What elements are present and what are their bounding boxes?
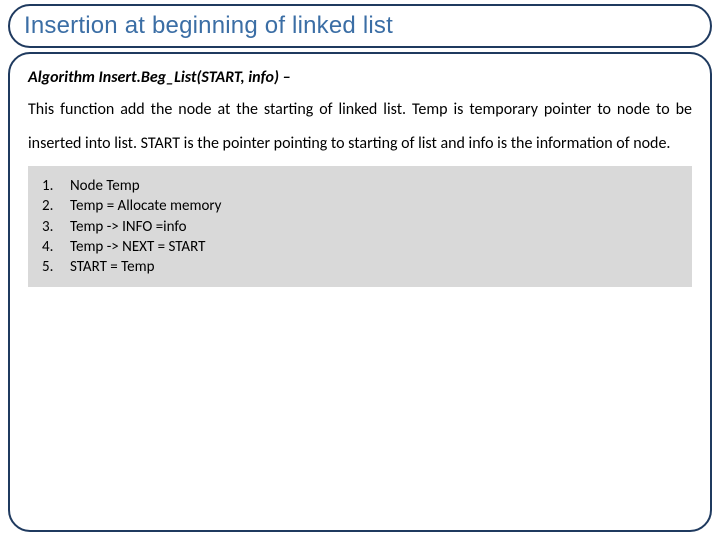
step-text: START = Temp bbox=[70, 257, 678, 277]
title-box: Insertion at beginning of linked list bbox=[8, 4, 712, 48]
algorithm-steps: 1. Node Temp 2. Temp = Allocate memory 3… bbox=[28, 166, 692, 287]
step-number: 3. bbox=[42, 217, 70, 237]
step-row: 1. Node Temp bbox=[42, 176, 678, 196]
slide-title: Insertion at beginning of linked list bbox=[24, 12, 393, 39]
step-number: 2. bbox=[42, 196, 70, 216]
step-number: 4. bbox=[42, 237, 70, 257]
step-text: Temp -> INFO =info bbox=[70, 217, 678, 237]
step-number: 1. bbox=[42, 176, 70, 196]
algorithm-description: This function add the node at the starti… bbox=[28, 93, 692, 160]
step-row: 4. Temp -> NEXT = START bbox=[42, 237, 678, 257]
algorithm-header: Algorithm Insert.Beg_List(START, info) – bbox=[28, 68, 692, 87]
step-text: Temp = Allocate memory bbox=[70, 196, 678, 216]
step-text: Node Temp bbox=[70, 176, 678, 196]
step-text: Temp -> NEXT = START bbox=[70, 237, 678, 257]
step-row: 5. START = Temp bbox=[42, 257, 678, 277]
step-number: 5. bbox=[42, 257, 70, 277]
step-row: 3. Temp -> INFO =info bbox=[42, 217, 678, 237]
slide: Insertion at beginning of linked list Al… bbox=[0, 0, 720, 540]
step-row: 2. Temp = Allocate memory bbox=[42, 196, 678, 216]
content-box: Algorithm Insert.Beg_List(START, info) –… bbox=[8, 52, 712, 532]
